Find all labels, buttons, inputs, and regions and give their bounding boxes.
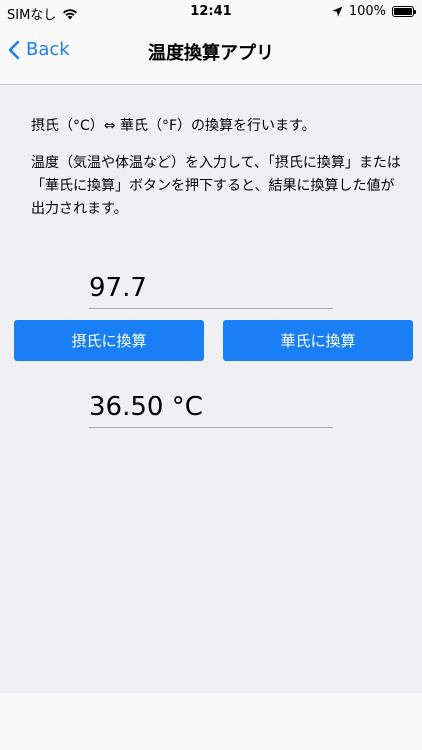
page-title: 温度換算アプリ (148, 43, 274, 64)
nav-bar: Back 温度換算アプリ (0, 24, 422, 85)
temperature-input[interactable] (89, 268, 333, 308)
battery-fill (394, 8, 412, 15)
convert-to-fahrenheit-button[interactable]: 華氏に換算 (223, 320, 413, 361)
result-value: 36.50 °C (89, 392, 203, 422)
bottom-area (0, 693, 422, 750)
result-field: 36.50 °C (89, 387, 333, 428)
battery-icon (392, 6, 416, 17)
description-line-1: 摂氏（°C）⇔ 華氏（°F）の換算を行います。 (31, 118, 316, 134)
temperature-input-field (89, 268, 333, 309)
battery-percent: 100% (348, 4, 386, 19)
description: 摂氏（°C）⇔ 華氏（°F）の換算を行います。 温度（気温や体温など）を入力して… (31, 115, 401, 221)
location-arrow-icon (332, 6, 343, 17)
status-right: 100% (326, 4, 416, 19)
description-line-2: 温度（気温や体温など）を入力して、「摂氏に換算」または「華氏に換算」ボタンを押下… (31, 155, 401, 217)
main-content: 摂氏（°C）⇔ 華氏（°F）の換算を行います。 温度（気温や体温など）を入力して… (0, 85, 422, 693)
status-bar: SIMなし 12:41 100% (0, 0, 422, 24)
convert-to-celsius-button[interactable]: 摂氏に換算 (14, 320, 204, 361)
